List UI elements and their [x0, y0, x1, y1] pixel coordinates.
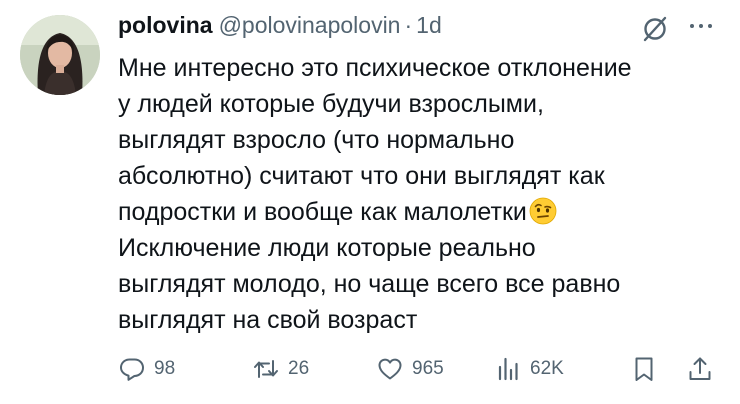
bookmark-icon — [635, 357, 653, 381]
share-upload-icon — [689, 357, 711, 380]
raised-eyebrow-face-icon — [529, 197, 557, 225]
bar-chart-icon — [498, 357, 518, 381]
tweet-text-line: выглядят взросло (что нормально — [118, 126, 515, 154]
author-handle[interactable]: @polovinapolovin — [219, 12, 401, 39]
tweet-text-line: подростки и вообще как малолетки — [118, 198, 527, 226]
views-button[interactable]: 62K — [494, 352, 564, 386]
tweet-text-line: абсолютно) считают что они выглядят как — [118, 162, 605, 190]
repost-button[interactable]: 26 — [252, 352, 309, 386]
repost-count: 26 — [288, 358, 310, 379]
heart-icon — [378, 358, 402, 380]
share-button[interactable] — [686, 352, 714, 386]
bookmark-button[interactable] — [630, 352, 658, 386]
tweet-text-line: Исключение люди которые реально — [118, 234, 536, 262]
tweet-text-line: Мне интересно это психическое отклонение — [118, 54, 632, 82]
repost-arrows-icon — [254, 360, 278, 378]
reply-button[interactable]: 98 — [118, 352, 175, 386]
tweet-text: Мне интересно это психическое отклонение… — [118, 50, 730, 338]
tweet-text-line-with-emoji: подростки и вообще как малолетки — [118, 194, 730, 230]
action-bar: 98 26 965 62K — [118, 352, 722, 386]
tweet-text-line: выглядят на свой возраст — [118, 306, 418, 334]
avatar[interactable] — [20, 15, 100, 95]
timestamp[interactable]: 1d — [416, 12, 442, 39]
tweet-text-line: у людей которые будучи взрослыми, — [118, 90, 544, 118]
reply-count: 98 — [154, 358, 176, 379]
slashed-circle-icon[interactable] — [640, 14, 670, 44]
tweet[interactable]: polovina @polovinapolovin · 1d Мне интер… — [0, 0, 740, 404]
speech-bubble-icon — [120, 358, 144, 381]
like-count: 965 — [412, 358, 444, 379]
separator-dot: · — [404, 12, 413, 38]
tweet-text-line: выглядят молодо, но чаще всего все равно — [118, 270, 621, 298]
author-name[interactable]: polovina — [118, 12, 213, 39]
tweet-header: polovina @polovinapolovin · 1d — [118, 12, 442, 46]
views-count: 62K — [530, 358, 564, 379]
ellipsis-icon[interactable] — [688, 20, 714, 32]
like-button[interactable]: 965 — [376, 352, 444, 386]
avatar-photo — [20, 15, 100, 95]
